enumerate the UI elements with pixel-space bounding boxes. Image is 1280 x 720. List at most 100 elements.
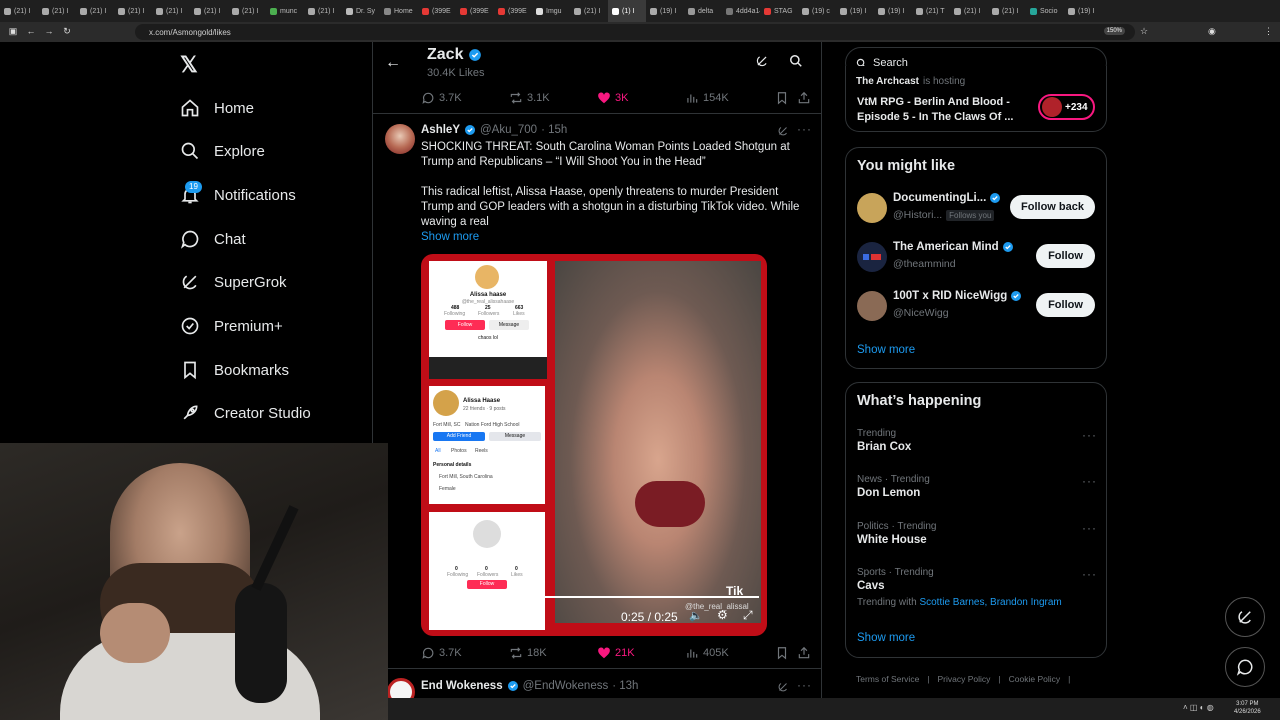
browser-tab[interactable]: (21) I [0, 0, 38, 22]
follow-back-button[interactable]: Follow back [1010, 195, 1095, 219]
browser-tab[interactable]: (19) I [646, 0, 684, 22]
reply-button[interactable]: 3.7K [421, 646, 509, 660]
browser-tab[interactable]: (399E [494, 0, 532, 22]
browser-tab[interactable]: (1) I [608, 0, 646, 22]
reply-button[interactable]: 3.7K [421, 91, 509, 105]
next-post-author[interactable]: End Wokeness [421, 680, 503, 692]
more-options-icon[interactable]: ··· [1082, 474, 1097, 488]
browser-tab[interactable]: (21) I [114, 0, 152, 22]
views-button[interactable]: 405K [685, 646, 775, 660]
back-icon[interactable]: ← [22, 26, 40, 36]
nav-chat[interactable]: Chat [180, 224, 246, 254]
bookmark-icon[interactable] [775, 91, 797, 105]
browser-tab[interactable]: Dr. Sy [342, 0, 380, 22]
nav-explore[interactable]: Explore [180, 136, 265, 166]
nav-premium[interactable]: Premium+ [180, 311, 283, 341]
browser-tab[interactable]: (21) I [950, 0, 988, 22]
zoom-indicator[interactable]: 150% [1103, 27, 1125, 35]
address-bar[interactable]: x.com/Asmongold/likes 150% [135, 24, 1135, 40]
browser-tab[interactable]: (21) I [304, 0, 342, 22]
browser-tab[interactable]: (399E [418, 0, 456, 22]
repost-button[interactable]: 3.1K [509, 91, 597, 105]
show-more-link[interactable]: Show more [857, 632, 915, 644]
post-author[interactable]: AshleY [421, 124, 460, 136]
back-arrow-icon[interactable]: ← [385, 54, 401, 72]
trend-item[interactable]: Politics · Trending White House [857, 521, 936, 546]
browser-tab[interactable]: STAG [760, 0, 798, 22]
profile-icon[interactable]: ◉ [1208, 26, 1216, 37]
browser-tab[interactable]: (21) I [988, 0, 1026, 22]
spaces-listeners[interactable]: +234 [1038, 94, 1095, 120]
nav-home[interactable]: Home [180, 93, 254, 123]
volume-icon[interactable]: 🔈 [689, 609, 703, 622]
browser-tab[interactable]: (21) I [570, 0, 608, 22]
star-icon[interactable]: ☆ [1140, 26, 1148, 37]
browser-tab[interactable]: (19) I [874, 0, 912, 22]
browser-tab[interactable]: (19) I [1064, 0, 1102, 22]
messages-floating-button[interactable] [1225, 647, 1265, 687]
browser-tab[interactable]: (21) I [38, 0, 76, 22]
more-options-icon[interactable]: ··· [1082, 428, 1097, 442]
browser-tab[interactable]: (21) I [76, 0, 114, 22]
video-progress-bar[interactable] [429, 596, 759, 598]
browser-tab[interactable]: (399E [456, 0, 494, 22]
menu-icon[interactable]: ⋮ [1264, 26, 1273, 37]
nav-creator-studio[interactable]: Creator Studio [180, 398, 311, 428]
suggested-user-name[interactable]: DocumentingLi... [893, 192, 1001, 204]
terms-link[interactable]: Terms of Service [856, 674, 919, 684]
fullscreen-icon[interactable]: ⤢ [743, 608, 753, 623]
avatar[interactable] [857, 242, 887, 272]
browser-tab[interactable]: (21) I [152, 0, 190, 22]
follow-button[interactable]: Follow [1036, 293, 1095, 317]
tray-icons[interactable]: ˄ ◫ ◐ ◍ [1183, 703, 1214, 712]
browser-tab[interactable]: delta [684, 0, 722, 22]
grok-icon[interactable] [777, 680, 789, 698]
follow-button[interactable]: Follow [1036, 244, 1095, 268]
cookie-link[interactable]: Cookie Policy [1009, 674, 1061, 684]
browser-tab[interactable]: Socio [1026, 0, 1064, 22]
suggested-user-name[interactable]: The American Mind [893, 241, 1014, 253]
settings-icon[interactable]: ⚙ [717, 608, 728, 622]
nav-bookmarks[interactable]: Bookmarks [180, 355, 289, 385]
nav-supergrok[interactable]: SuperGrok [180, 267, 287, 297]
show-more-link[interactable]: Show more [857, 344, 915, 356]
more-options-icon[interactable]: ··· [797, 678, 812, 692]
next-post-time[interactable]: · 13h [612, 680, 638, 692]
browser-tab[interactable]: (19) I [836, 0, 874, 22]
repost-button[interactable]: 18K [509, 646, 597, 660]
sidebar-toggle-icon[interactable]: ▣ [4, 26, 22, 37]
show-more-link[interactable]: Show more [421, 231, 479, 243]
avatar[interactable] [385, 124, 415, 154]
post-time[interactable]: · 15h [541, 124, 567, 136]
clock[interactable]: 3:07 PM 4/26/2026 [1234, 700, 1261, 716]
post-handle[interactable]: @Aku_700 [480, 124, 537, 136]
avatar[interactable] [857, 193, 887, 223]
x-logo-icon[interactable]: 𝕏 [180, 52, 198, 78]
like-button[interactable]: 3K [597, 91, 685, 105]
forward-icon[interactable]: → [40, 26, 58, 36]
privacy-link[interactable]: Privacy Policy [938, 674, 991, 684]
video-player[interactable]: Alissa haase @the_real_alissahaase 488 2… [421, 254, 767, 636]
browser-tab[interactable]: Imgu [532, 0, 570, 22]
more-options-icon[interactable]: ··· [797, 122, 812, 136]
suggested-user-name[interactable]: 100T x RID NiceWigg [893, 290, 1022, 302]
browser-tab[interactable]: (19) c [798, 0, 836, 22]
share-icon[interactable] [797, 91, 811, 105]
browser-tab[interactable]: (21) T [912, 0, 950, 22]
browser-tab[interactable]: munc [266, 0, 304, 22]
search-icon[interactable] [789, 54, 803, 73]
reload-icon[interactable]: ↻ [58, 26, 76, 37]
browser-tab[interactable]: Home [380, 0, 418, 22]
browser-tab[interactable]: 4dd4a14 [722, 0, 760, 22]
views-button[interactable]: 154K [685, 91, 775, 105]
more-options-icon[interactable]: ··· [1082, 521, 1097, 535]
grok-floating-button[interactable] [1225, 597, 1265, 637]
like-button[interactable]: 21K [597, 646, 685, 660]
trend-item[interactable]: Trending Brian Cox [857, 428, 911, 453]
grok-icon[interactable] [755, 54, 769, 73]
trend-related-links[interactable]: Scottie Barnes, Brandon Ingram [919, 597, 1061, 608]
avatar[interactable] [857, 291, 887, 321]
browser-tab[interactable]: (21) I [228, 0, 266, 22]
browser-tab[interactable]: (21) I [190, 0, 228, 22]
bookmark-icon[interactable] [775, 646, 797, 660]
